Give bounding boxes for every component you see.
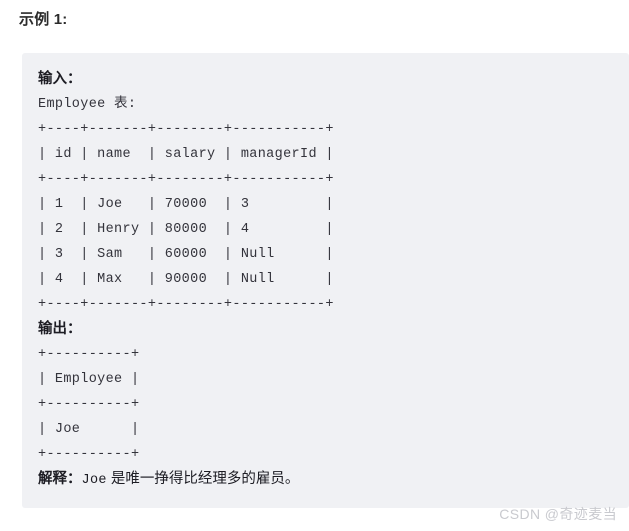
input-table-separator-mid: +----+-------+--------+-----------+ [38,172,334,187]
code-block: 输入： Employee 表: +----+-------+--------+-… [22,53,629,508]
csdn-watermark: CSDN @奇迹麦当 [499,506,617,522]
table-row: | 2 | Henry | 80000 | 4 | [38,222,334,237]
page-title: 示例 1: [19,11,68,28]
output-label: 输出： [38,321,82,337]
table-row: | Joe | [38,422,140,437]
input-label: 输入： [38,71,82,87]
explanation-text: 是唯一挣得比经理多的雇员。 [106,471,300,487]
output-table-separator-bottom: +----------+ [38,447,140,462]
table-row: | 1 | Joe | 70000 | 3 | [38,197,334,212]
input-table-separator-bottom: +----+-------+--------+-----------+ [38,297,334,312]
output-table-separator-mid: +----------+ [38,397,140,412]
table-row: | 3 | Sam | 60000 | Null | [38,247,334,262]
output-table-header-row: | Employee | [38,372,140,387]
table-caption: Employee 表: [38,97,137,112]
explanation-subject: Joe [81,473,107,488]
explanation-label: 解释： [38,471,82,487]
example-page: 示例 1: 输入： Employee 表: +----+-------+----… [0,0,629,531]
input-table-separator-top: +----+-------+--------+-----------+ [38,122,334,137]
output-table-separator-top: +----------+ [38,347,140,362]
input-table-header-row: | id | name | salary | managerId | [38,147,334,162]
explanation: 解释：Joe 是唯一挣得比经理多的雇员。 [38,467,613,493]
table-row: | 4 | Max | 90000 | Null | [38,272,334,287]
